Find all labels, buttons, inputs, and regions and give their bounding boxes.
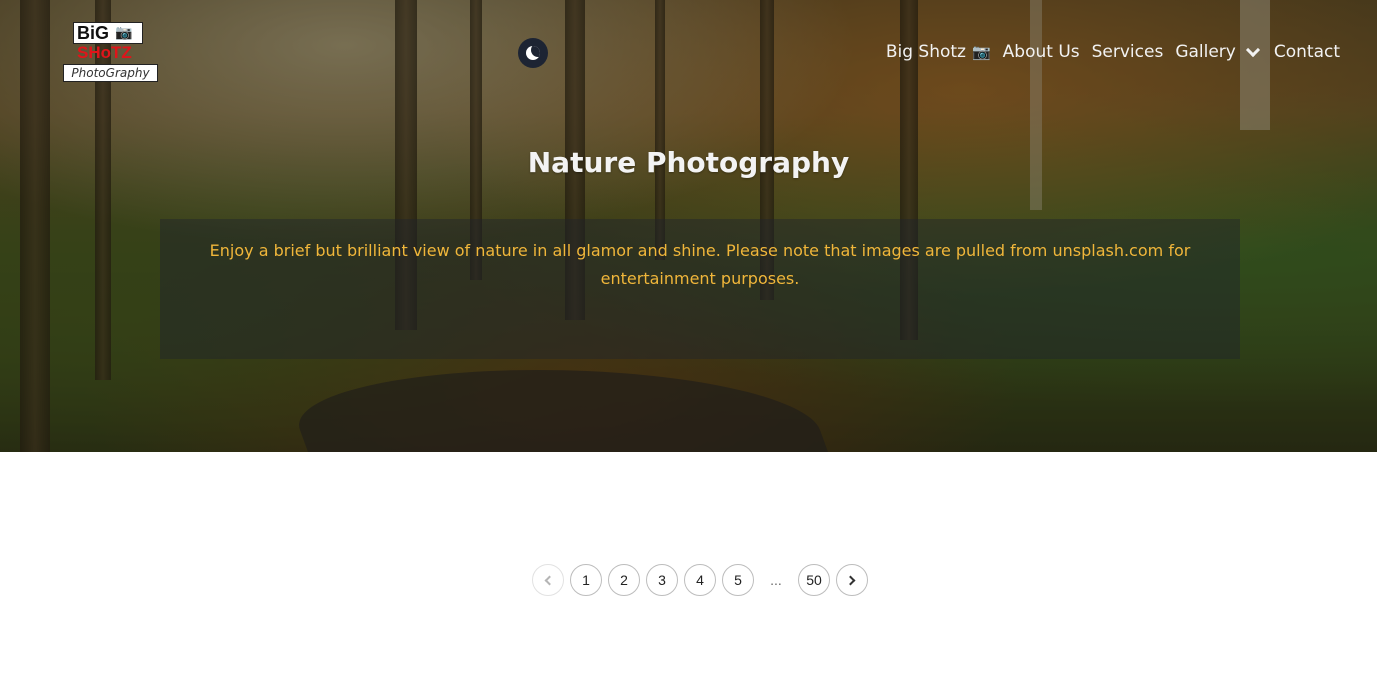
site-logo[interactable]: BiG 📷 SHoTZ PhotoGraphy [63, 20, 158, 82]
nav-item-big-shotz[interactable]: Big Shotz 📷 [886, 42, 991, 62]
hero-description: Enjoy a brief but brilliant view of natu… [209, 241, 1191, 288]
logo-camera-icon: 📷 [115, 24, 133, 40]
nav-item-about-us[interactable]: About Us [1003, 42, 1080, 62]
page-button-4[interactable]: 4 [684, 564, 716, 596]
prev-page-button[interactable] [532, 564, 564, 596]
page-button-1[interactable]: 1 [570, 564, 602, 596]
nav-item-gallery[interactable]: Gallery [1175, 42, 1262, 62]
camera-icon: 📷 [971, 43, 991, 61]
chevron-right-icon [845, 575, 856, 585]
nav-label: Contact [1273, 42, 1340, 62]
nav-label: Services [1091, 42, 1164, 62]
nav-label: Big Shotz [885, 42, 966, 62]
theme-toggle-button[interactable] [518, 38, 548, 68]
page-button-5[interactable]: 5 [722, 564, 754, 596]
chevron-left-icon [544, 575, 555, 585]
page-button-2[interactable]: 2 [608, 564, 640, 596]
page-button-3[interactable]: 3 [646, 564, 678, 596]
pagination: 1 2 3 4 5 ... 50 [532, 564, 868, 596]
page-button-last[interactable]: 50 [798, 564, 830, 596]
nav-label: Gallery [1175, 42, 1236, 62]
main-nav: Big Shotz 📷 About Us Services Gallery Co… [886, 42, 1340, 62]
nav-item-services[interactable]: Services [1092, 42, 1164, 62]
nav-label: About Us [1002, 42, 1080, 62]
chevron-down-icon [1245, 42, 1260, 58]
moon-icon [526, 46, 540, 60]
logo-line-shotz: SHoTZ [77, 43, 132, 62]
nav-item-contact[interactable]: Contact [1274, 42, 1340, 62]
logo-line-big: BiG [73, 22, 143, 44]
logo-line-photography: PhotoGraphy [63, 64, 158, 82]
pagination-ellipsis: ... [770, 572, 782, 588]
next-page-button[interactable] [836, 564, 868, 596]
page-title: Nature Photography [527, 146, 850, 179]
